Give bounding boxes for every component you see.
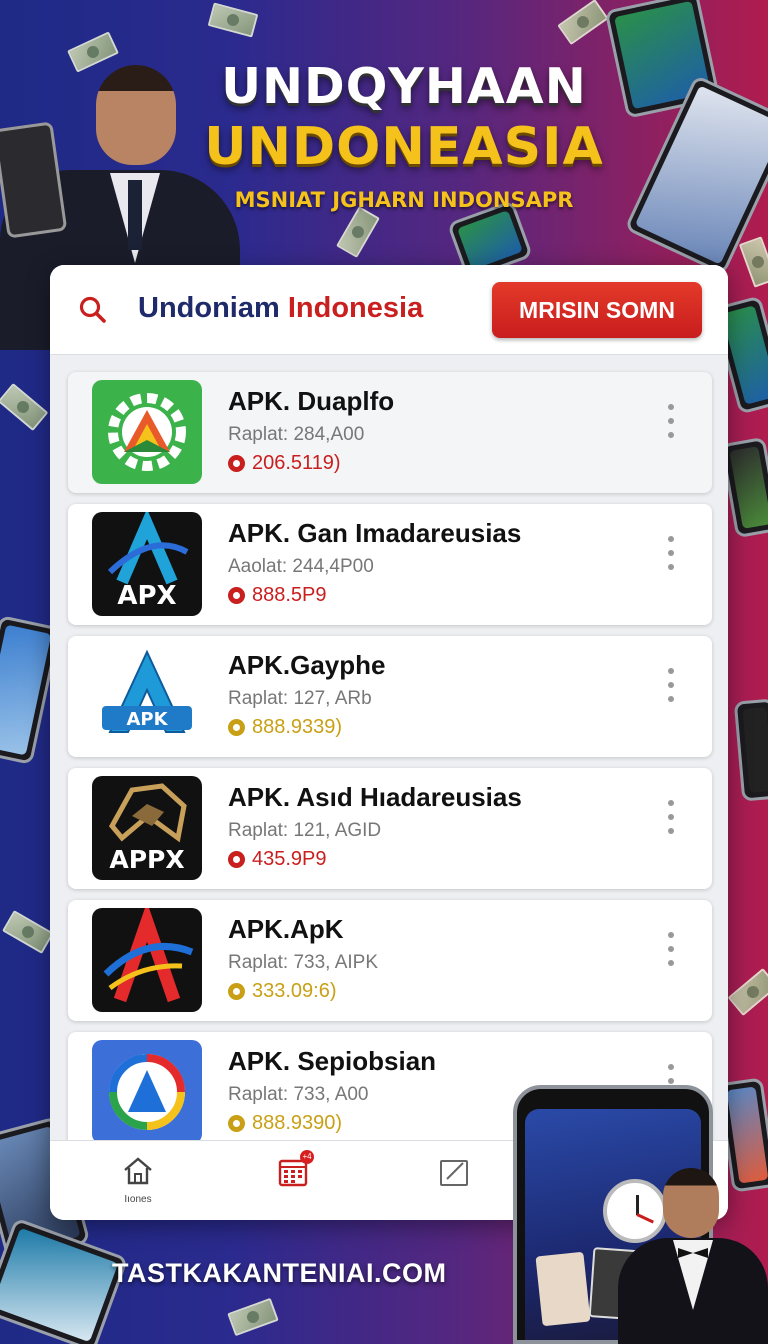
price-dot-icon bbox=[228, 851, 245, 868]
phone-decoration bbox=[733, 698, 768, 802]
cta-button[interactable]: MRISIN SOMN bbox=[492, 282, 702, 338]
money-bill-decoration bbox=[727, 968, 768, 1016]
price-dot-icon bbox=[228, 983, 245, 1000]
price-dot-icon bbox=[228, 1115, 245, 1132]
price-dot-icon bbox=[228, 719, 245, 736]
notification-badge: +4 bbox=[300, 1150, 314, 1164]
app-price: 206.5119) bbox=[228, 452, 341, 475]
app-meta: Raplat: 733, A00 bbox=[228, 1084, 369, 1105]
app-price-value: 435.9P9 bbox=[252, 848, 327, 870]
app-icon-label: APX bbox=[117, 581, 176, 611]
apk-app-icon: APK bbox=[92, 644, 202, 748]
search-title[interactable]: Undoniam Indonesia bbox=[138, 292, 423, 325]
app-name: APK. Duaplfo bbox=[228, 386, 395, 416]
app-name: APK. Asıd Hıadareusias bbox=[228, 782, 522, 812]
app-store-panel: Undoniam Indonesia MRISIN SOMN APK. Duap… bbox=[50, 265, 728, 1220]
app-price: 888.9390) bbox=[228, 1112, 342, 1135]
app-price-value: 888.9390) bbox=[252, 1112, 343, 1134]
nav-edit[interactable] bbox=[414, 1155, 494, 1194]
app-list-item[interactable]: APPX APK. Asıd Hıadareusias Raplat: 121,… bbox=[68, 768, 712, 889]
app-price-value: 206.5119) bbox=[252, 452, 341, 474]
money-bill-decoration bbox=[557, 0, 609, 46]
banner-title-line2: UNDONEASIA bbox=[204, 117, 604, 177]
app-price-value: 888.9339) bbox=[252, 716, 343, 738]
app-list-item[interactable]: APX APK. Gan Imadareusias Aaolat: 244,4P… bbox=[68, 504, 712, 625]
app-price: 435.9P9 bbox=[228, 848, 327, 871]
app-meta: Raplat: 284,A00 bbox=[228, 424, 365, 445]
search-icon[interactable] bbox=[78, 295, 108, 325]
app-icon-label: APK bbox=[126, 709, 168, 730]
app-price: 888.9339) bbox=[228, 716, 342, 739]
app-price: 333.09:6) bbox=[228, 980, 337, 1003]
apx-app-icon: APX bbox=[92, 512, 202, 616]
money-bill-decoration bbox=[738, 236, 768, 288]
app-meta: Aaolat: 244,4P00 bbox=[228, 556, 374, 577]
app-meta: Raplat: 121, AGID bbox=[228, 820, 382, 841]
banner-subtitle: MSNIAT JGHARN INDONSAPR bbox=[234, 188, 574, 212]
nav-calendar[interactable]: +4 bbox=[253, 1150, 333, 1194]
app-icon-label: APPX bbox=[109, 845, 184, 874]
money-bill-decoration bbox=[227, 1297, 279, 1337]
money-bill-decoration bbox=[2, 910, 54, 954]
app-name: APK. Gan Imadareusias bbox=[228, 518, 522, 548]
more-options-icon[interactable] bbox=[668, 932, 676, 966]
app-list-item[interactable]: APK.ApK Raplat: 733, AIPK 333.09:6) bbox=[68, 900, 712, 1021]
app-list-item[interactable]: APK APK.Gayphe Raplat: 127, ARb 888.9339… bbox=[68, 636, 712, 757]
banner-headline: UNDQYHAAN UNDONEASIA MSNIAT JGHARN INDON… bbox=[190, 58, 618, 212]
nav-home-label: Iıones bbox=[124, 1194, 152, 1205]
app-meta: Raplat: 733, AIPK bbox=[228, 952, 378, 973]
apk-a-app-icon bbox=[92, 908, 202, 1012]
apk-circle-app-icon bbox=[92, 1040, 202, 1144]
search-bar: Undoniam Indonesia MRISIN SOMN bbox=[50, 265, 728, 355]
more-options-icon[interactable] bbox=[668, 668, 676, 702]
phone-decoration bbox=[0, 1217, 129, 1344]
app-name: APK. Sepiobsian bbox=[228, 1046, 437, 1076]
nav-home[interactable]: Iıones bbox=[98, 1155, 178, 1205]
promoter-photo-right bbox=[618, 1160, 768, 1344]
money-bill-decoration bbox=[207, 2, 259, 38]
app-name: APK.Gayphe bbox=[228, 650, 386, 680]
appx-app-icon: APPX bbox=[92, 776, 202, 880]
app-list-item[interactable]: APK. Duaplfo Raplat: 284,A00 206.5119) bbox=[68, 372, 712, 493]
price-dot-icon bbox=[228, 587, 245, 604]
home-icon bbox=[124, 1157, 152, 1185]
app-list: APK. Duaplfo Raplat: 284,A00 206.5119) A… bbox=[68, 372, 712, 1164]
search-title-part1: Undoniam bbox=[138, 292, 288, 324]
more-options-icon[interactable] bbox=[668, 800, 676, 834]
money-bill-decoration bbox=[336, 206, 380, 258]
banner-title-line1: UNDQYHAAN bbox=[221, 58, 587, 115]
more-options-icon[interactable] bbox=[668, 536, 676, 570]
app-price-value: 888.5P9 bbox=[252, 584, 327, 606]
gear-app-icon bbox=[92, 380, 202, 484]
app-name: APK.ApK bbox=[228, 914, 344, 944]
money-bill-decoration bbox=[0, 383, 49, 431]
edit-icon bbox=[440, 1160, 468, 1186]
more-options-icon[interactable] bbox=[668, 404, 676, 438]
footer-url[interactable]: TASTKAKANTENIAI.COM bbox=[112, 1258, 446, 1289]
app-meta: Raplat: 127, ARb bbox=[228, 688, 372, 709]
price-dot-icon bbox=[228, 455, 245, 472]
app-price: 888.5P9 bbox=[228, 584, 327, 607]
search-title-highlight: Indonesia bbox=[287, 292, 424, 324]
app-price-value: 333.09:6) bbox=[252, 980, 337, 1002]
tablet-device bbox=[0, 121, 68, 239]
